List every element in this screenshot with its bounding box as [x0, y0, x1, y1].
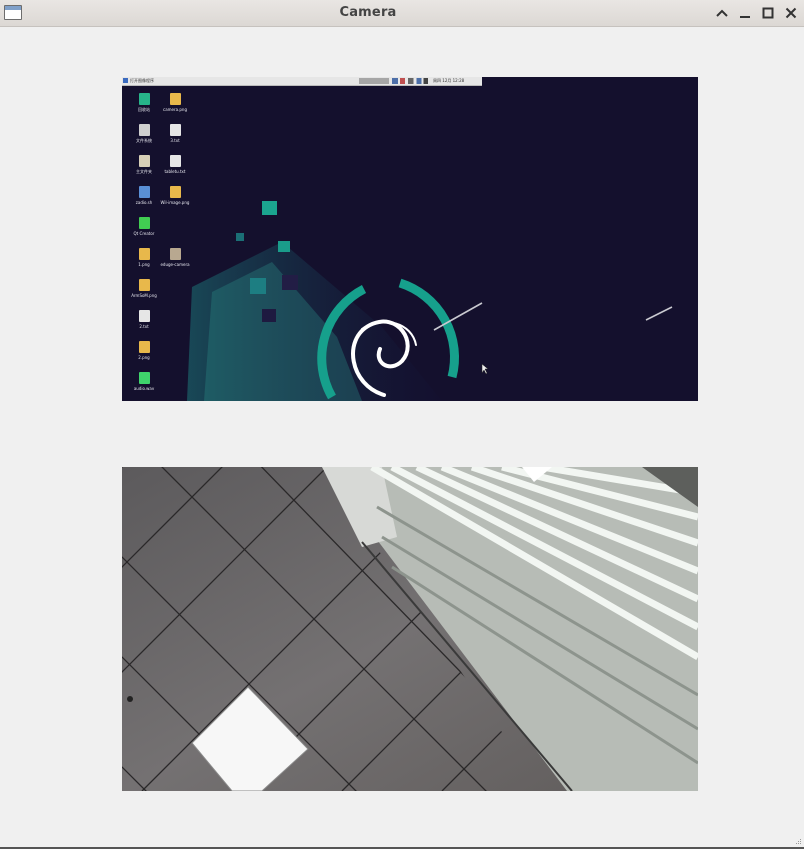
desktop-taskbar: 打开图像程序 周四 12月 12:28	[122, 77, 482, 86]
camera-feed-view	[122, 467, 698, 791]
taskbar-label: 打开图像程序	[130, 78, 154, 83]
qt-creator-icon	[138, 217, 150, 229]
desktop-icon-label: camera.png	[163, 107, 187, 112]
desktop-icon-label: tabletu.txt	[164, 169, 186, 174]
taskbar-tray	[359, 78, 389, 84]
desktop-icon-label: 主文件夹	[136, 169, 152, 174]
title-bar[interactable]: Camera	[0, 0, 804, 27]
folder-icon	[169, 248, 181, 260]
desktop-icon[interactable]: Qt Creator	[129, 217, 159, 245]
desktop-icon[interactable]: 3.txt	[160, 124, 190, 152]
script-file-icon	[138, 186, 150, 198]
desktop-icon-label: ArmSoM.png	[131, 293, 157, 298]
image-file-icon	[138, 248, 150, 260]
desktop-icon-label: zadio.sh	[135, 200, 153, 205]
minimize-icon[interactable]	[737, 5, 753, 21]
camera-image	[122, 467, 698, 791]
image-file-icon	[138, 341, 150, 353]
text-file-icon	[138, 310, 150, 322]
desktop-icon-label: Qt Creator	[133, 231, 155, 236]
desktop-icon-label: eduge-camera	[160, 262, 190, 267]
camera-window: Camera 打开图像程序 周四 12月 12:28 回收站 camera.pn…	[0, 0, 804, 849]
taskbar-clock: 周四 12月 12:28	[433, 78, 465, 83]
desktop-icon-label: Wil-image.png	[160, 200, 190, 205]
image-file-icon	[169, 186, 181, 198]
desktop-icon[interactable]: Wil-image.png	[160, 186, 190, 214]
desktop-icon-label: 2.png	[138, 355, 150, 360]
close-icon[interactable]	[783, 5, 799, 21]
desktop-icon[interactable]: camera.png	[160, 93, 190, 121]
desktop-icon[interactable]: 1.png	[129, 248, 159, 276]
desktop-icon-label: audio.wav	[133, 386, 155, 391]
taskbar-app-icon	[123, 78, 128, 83]
maximize-icon[interactable]	[760, 5, 776, 21]
desktop-icon[interactable]: eduge-camera	[160, 248, 190, 276]
text-file-icon	[169, 124, 181, 136]
desktop-icon[interactable]: 2.txt	[129, 310, 159, 338]
window-title: Camera	[339, 5, 397, 20]
desktop-icon-label: 文件系统	[136, 138, 152, 143]
desktop-icon[interactable]: 2.png	[129, 341, 159, 369]
desktop-icon[interactable]: ArmSoM.png	[129, 279, 159, 307]
desktop-icon-label: 1.png	[138, 262, 150, 267]
text-file-icon	[169, 155, 181, 167]
desktop-icon-label: 2.txt	[139, 324, 149, 329]
desktop-icon[interactable]: audio.wav	[129, 372, 159, 400]
desktop-icon[interactable]: 文件系统	[129, 124, 159, 152]
image-file-icon	[169, 93, 181, 105]
music-file-icon	[138, 372, 150, 384]
tray-icons	[392, 78, 428, 84]
desktop-capture-view: 打开图像程序 周四 12月 12:28 回收站 camera.png 文件系统 3.t…	[122, 77, 698, 401]
resize-grip-icon[interactable]	[792, 837, 802, 847]
home-folder-icon	[138, 155, 150, 167]
desktop-icon[interactable]: 主文件夹	[129, 155, 159, 183]
desktop-icon-label: 回收站	[138, 107, 150, 112]
image-file-icon	[138, 279, 150, 291]
desktop-icon[interactable]: zadio.sh	[129, 186, 159, 214]
desktop-icon[interactable]: tabletu.txt	[160, 155, 190, 183]
desktop-icon[interactable]: 回收站	[129, 93, 159, 121]
drive-icon	[138, 124, 150, 136]
trash-icon	[138, 93, 150, 105]
chevron-up-icon[interactable]	[714, 5, 730, 21]
desktop-wallpaper	[122, 77, 698, 401]
desktop-icon-label: 3.txt	[170, 138, 180, 143]
